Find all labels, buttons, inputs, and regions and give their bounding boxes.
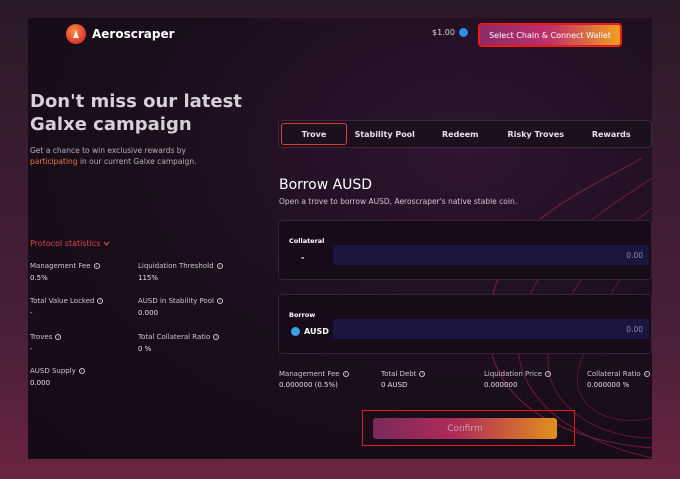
info-icon[interactable]: i xyxy=(216,298,223,304)
tab-risky-troves[interactable]: Risky Troves xyxy=(498,123,574,145)
chain-token-icon xyxy=(458,28,468,37)
borrow-title: Borrow AUSD xyxy=(279,177,373,193)
stat-value: - xyxy=(30,309,33,317)
tab-trove[interactable]: Trove xyxy=(281,123,347,145)
collateral-amount-input[interactable] xyxy=(333,245,649,265)
stat-value: - xyxy=(30,345,33,353)
stat-value: 0.000 xyxy=(138,309,159,317)
borrow-amount-input[interactable] xyxy=(333,319,649,339)
metric-value: 0.000000 xyxy=(484,381,518,389)
connect-wallet-button[interactable]: Select Chain & Connect Wallet xyxy=(479,24,621,46)
confirm-button[interactable]: Confirm xyxy=(373,418,557,439)
stat-ausd-supply: AUSD Supply i 0.000 xyxy=(30,367,85,387)
borrow-card: Borrow AUSD xyxy=(278,294,652,354)
token-price-value: $1.00 xyxy=(432,28,455,37)
app-frame: Aeroscraper $1.00 Select Chain & Connect… xyxy=(28,18,652,459)
main-tabs: Trove Stability Pool Redeem Risky Troves… xyxy=(278,120,652,148)
info-icon[interactable]: i xyxy=(643,371,650,377)
campaign-description-text: Get a chance to win exclusive rewards by xyxy=(30,146,186,155)
info-icon[interactable]: i xyxy=(419,371,426,377)
stat-value: 115% xyxy=(138,274,159,282)
campaign-title: Don't miss our latest Galxe campaign xyxy=(30,91,242,135)
info-icon[interactable]: i xyxy=(216,263,223,269)
metric-value: 0.000000 % xyxy=(587,381,630,389)
stat-label: Liquidation Threshold xyxy=(138,262,214,270)
stat-label: AUSD in Stability Pool xyxy=(138,297,214,305)
info-icon[interactable]: i xyxy=(93,263,100,269)
tab-redeem[interactable]: Redeem xyxy=(423,123,499,145)
metric-management-fee: Management Fee i 0.000000 (0.5%) xyxy=(279,370,349,389)
campaign-description: Get a chance to win exclusive rewards by… xyxy=(30,145,210,167)
stat-label: Troves xyxy=(30,333,53,341)
aeroscraper-logo-icon xyxy=(66,24,86,44)
stat-total-collateral-ratio: Total Collateral Ratio i 0 % xyxy=(138,333,220,353)
collateral-asset[interactable]: - xyxy=(301,253,304,262)
app-name: Aeroscraper xyxy=(92,27,175,41)
protocol-statistics-toggle[interactable]: Protocol statistics xyxy=(30,239,110,248)
protocol-statistics-label: Protocol statistics xyxy=(30,239,101,248)
metric-label: Total Debt xyxy=(381,370,417,378)
ausd-token-icon xyxy=(291,327,300,336)
borrow-asset-name: AUSD xyxy=(304,327,329,336)
metric-label: Collateral Ratio xyxy=(587,370,641,378)
info-icon[interactable]: i xyxy=(78,368,85,374)
participating-link[interactable]: participating xyxy=(30,157,78,166)
borrow-asset: AUSD xyxy=(291,327,329,336)
stat-troves: Troves i - xyxy=(30,333,62,353)
chevron-down-icon xyxy=(103,239,110,248)
metric-label: Management Fee xyxy=(279,370,340,378)
metric-value: 0.000000 (0.5%) xyxy=(279,381,338,389)
stat-label: AUSD Supply xyxy=(30,367,76,375)
metric-value: 0 AUSD xyxy=(381,381,408,389)
token-price: $1.00 xyxy=(432,28,468,37)
campaign-description-tail: in our current Galxe campaign. xyxy=(77,157,197,166)
stat-value: 0.5% xyxy=(30,274,48,282)
borrow-subtitle: Open a trove to borrow AUSD, Aeroscraper… xyxy=(279,197,518,206)
stat-label: Total Collateral Ratio xyxy=(138,333,211,341)
tab-stability-pool[interactable]: Stability Pool xyxy=(347,123,423,145)
info-icon[interactable]: i xyxy=(55,334,62,340)
collateral-card: Collateral - xyxy=(278,220,652,280)
app-logo[interactable]: Aeroscraper xyxy=(66,24,175,44)
metric-total-debt: Total Debt i 0 AUSD xyxy=(381,370,426,389)
stat-value: 0.000 xyxy=(30,379,51,387)
info-icon[interactable]: i xyxy=(545,371,552,377)
info-icon[interactable]: i xyxy=(342,371,349,377)
borrow-label: Borrow xyxy=(289,311,316,319)
stat-label: Management Fee xyxy=(30,262,91,270)
collateral-label: Collateral xyxy=(289,237,325,245)
stat-ausd-stability-pool: AUSD in Stability Pool i 0.000 xyxy=(138,297,223,317)
metric-label: Liquidation Price xyxy=(484,370,543,378)
metric-collateral-ratio: Collateral Ratio i 0.000000 % xyxy=(587,370,650,389)
stat-liquidation-threshold: Liquidation Threshold i 115% xyxy=(138,262,223,282)
stat-total-value-locked: Total Value Locked i - xyxy=(30,297,104,317)
metric-liquidation-price: Liquidation Price i 0.000000 xyxy=(484,370,552,389)
tab-rewards[interactable]: Rewards xyxy=(574,123,650,145)
info-icon[interactable]: i xyxy=(213,334,220,340)
stat-label: Total Value Locked xyxy=(30,297,95,305)
stat-management-fee: Management Fee i 0.5% xyxy=(30,262,100,282)
info-icon[interactable]: i xyxy=(97,298,104,304)
stat-value: 0 % xyxy=(138,345,152,353)
